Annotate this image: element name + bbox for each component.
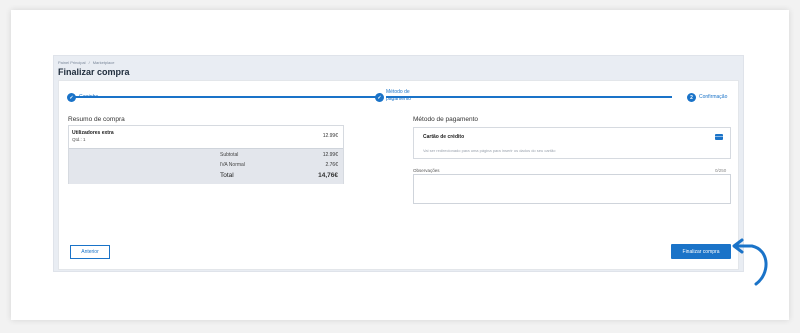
order-summary: Utilizadores extra Qtd.: 1 12.99€ Subtot… [68,125,344,184]
notes-textarea[interactable] [413,174,731,204]
notes-counter: 0/250 [715,168,727,173]
payment-option-credit-card[interactable]: Cartão de crédito Vai ser redirecionado … [413,127,731,159]
total-label: Total [220,172,234,179]
breadcrumb: Painel Principal / Marketplace [58,60,115,65]
step-2-check-icon: ✓ [375,93,384,102]
breadcrumb-current[interactable]: Marketplace [93,60,115,65]
previous-button[interactable]: Anterior [70,245,110,259]
summary-title: Resumo de compra [68,116,125,123]
tax-label: IVA Normal [220,162,245,168]
step-1-label[interactable]: Carrinho [79,94,98,100]
checkout-panel: ✓ Carrinho ✓ Método de pagamento 2 Confi… [58,80,739,270]
page-title: Finalizar compra [58,67,130,77]
payment-title: Método de pagamento [413,116,479,123]
step-2-label-line2[interactable]: pagamento [386,96,411,102]
finish-purchase-button[interactable]: Finalizar compra [671,244,731,259]
breadcrumb-home[interactable]: Painel Principal [58,60,86,65]
payment-option-title: Cartão de crédito [423,134,465,140]
step-2-label-line1[interactable]: Método de [386,89,410,95]
step-3-label: Confirmação [699,94,728,100]
notes-label: Observações [413,168,440,173]
subtotal-label: Subtotal [220,152,239,158]
item-quantity: Qtd.: 1 [72,137,86,142]
curved-arrow-icon [732,238,768,286]
step-1-check-icon: ✓ [67,93,76,102]
summary-item-row: Utilizadores extra Qtd.: 1 12.99€ [69,126,343,148]
checkout-app: Painel Principal / Marketplace Finalizar c… [53,55,744,272]
tax-value: 2.76€ [325,162,338,168]
credit-card-icon [715,134,723,140]
step-3-number: 2 [687,93,696,102]
step-line-2 [386,96,672,98]
item-price: 12.99€ [322,133,338,139]
breadcrumb-separator: / [88,60,90,65]
step-line-1 [75,96,377,98]
subtotal-value: 12.99€ [322,152,338,158]
item-name: Utilizadores extra [72,130,114,136]
summary-totals: Subtotal 12.99€ IVA Normal 2.76€ Total 1… [69,148,343,184]
total-value: 14,76€ [318,172,338,179]
payment-option-description: Vai ser redirecionado para uma página pa… [423,148,556,153]
